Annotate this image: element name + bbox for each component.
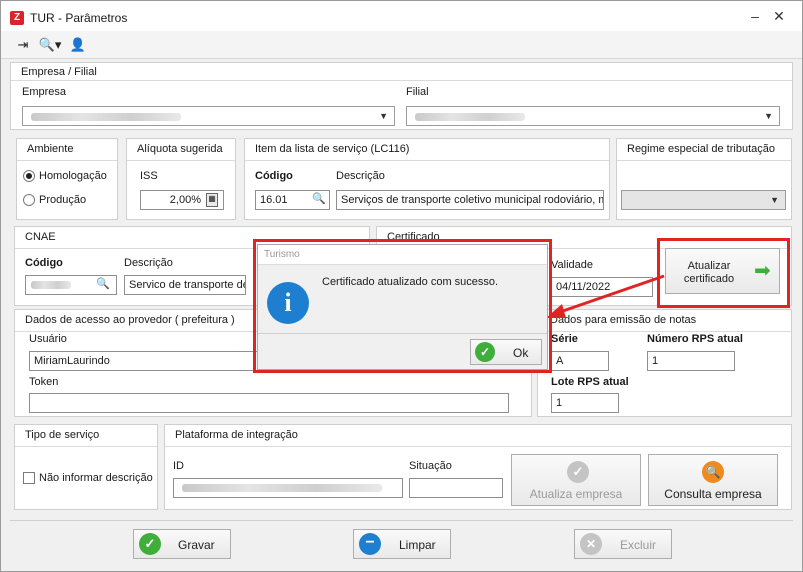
empresa-label: Empresa [22,86,67,98]
empresa-select[interactable]: ▼ [22,106,395,126]
highlight-box-atualizar [657,238,790,308]
empresa-redacted-value [31,113,181,121]
atualiza-empresa-button[interactable]: ✓ Atualiza empresa [511,454,641,506]
item-descricao-input[interactable]: Serviços de transporte coletivo municipa… [336,190,604,210]
gravar-label: Gravar [178,538,215,552]
search-dropdown-icon[interactable]: 🔍▾ [36,36,64,54]
chevron-down-icon: ▼ [379,111,388,121]
cnae-descricao-label: Descrição [124,257,173,269]
aliquota-header: Alíquota sugerida [127,139,235,161]
cnae-descricao-input[interactable]: Servico de transporte de [124,275,246,295]
search-icon: 🔍 [702,461,724,483]
radio-producao[interactable] [23,194,35,206]
cnae-codigo-label: Código [25,257,63,269]
situacao-label: Situação [409,460,452,472]
ambiente-header: Ambiente [17,139,117,161]
consulta-empresa-label: Consulta empresa [664,487,762,501]
minus-icon: − [359,533,381,555]
search-icon[interactable]: 🔍 [312,192,326,205]
plataforma-header: Plataforma de integração [165,425,791,447]
filial-redacted-value [415,113,525,121]
homologacao-label: Homologação [39,170,107,182]
serie-input[interactable]: A [551,351,609,371]
app-logo-icon: Z [10,11,24,25]
item-descricao-label: Descrição [336,170,385,182]
usuario-label: Usuário [29,333,67,345]
callout-arrow [546,274,665,318]
limpar-button[interactable]: − Limpar [353,529,451,559]
numero-rps-label: Número RPS atual [647,333,743,345]
iss-label: ISS [140,170,158,182]
calculator-icon[interactable]: ▦ [206,193,218,207]
consulta-empresa-button[interactable]: 🔍 Consulta empresa [648,454,778,506]
lote-rps-input[interactable]: 1 [551,393,619,413]
chevron-down-icon: ▼ [764,111,773,121]
close-icon[interactable]: ✕ [770,8,788,24]
id-input[interactable] [173,478,403,498]
callout-arrow-line [559,274,665,314]
empresa-filial-header: Empresa / Filial [11,63,792,81]
tipo-servico-panel: Tipo de serviço [14,424,158,510]
check-icon: ✓ [567,461,589,483]
item-codigo-label: Código [255,170,293,182]
tipo-servico-header: Tipo de serviço [15,425,157,447]
usuario-input[interactable]: MiriamLaurindo [29,351,259,371]
situacao-input[interactable] [409,478,503,498]
regime-select[interactable]: ▼ [621,190,786,210]
cnae-redacted-value [31,281,71,289]
x-icon: ✕ [580,533,602,555]
serie-label: Série [551,333,578,345]
id-label: ID [173,460,184,472]
excluir-label: Excluir [620,538,657,552]
minimize-icon[interactable]: – [746,8,764,24]
nao-informar-label: Não informar descrição [39,472,153,484]
search-icon[interactable]: 🔍 [96,277,110,290]
filial-select[interactable]: ▼ [406,106,780,126]
chevron-down-icon: ▼ [770,195,779,205]
item-servico-header: Item da lista de serviço (LC116) [245,139,609,161]
filial-label: Filial [406,86,429,98]
id-redacted-value [182,484,382,492]
exit-icon[interactable]: ⇥ [14,36,32,54]
numero-rps-input[interactable]: 1 [647,351,735,371]
producao-label: Produção [39,194,87,206]
token-input[interactable] [29,393,509,413]
footer-divider [10,520,793,521]
check-icon: ✓ [139,533,161,555]
token-label: Token [29,376,59,388]
toolbar [1,31,802,59]
radio-homologacao[interactable] [23,170,35,182]
nao-informar-checkbox[interactable] [23,472,35,484]
user-icon[interactable]: 👤 [68,36,88,54]
regime-header: Regime especial de tributação [617,139,791,161]
window-title: TUR - Parâmetros [30,11,128,25]
highlight-box-dialog [253,239,552,373]
lote-rps-label: Lote RPS atual [551,376,629,388]
excluir-button[interactable]: ✕ Excluir [574,529,672,559]
limpar-label: Limpar [399,538,436,552]
atualiza-empresa-label: Atualiza empresa [529,487,623,501]
gravar-button[interactable]: ✓ Gravar [133,529,231,559]
